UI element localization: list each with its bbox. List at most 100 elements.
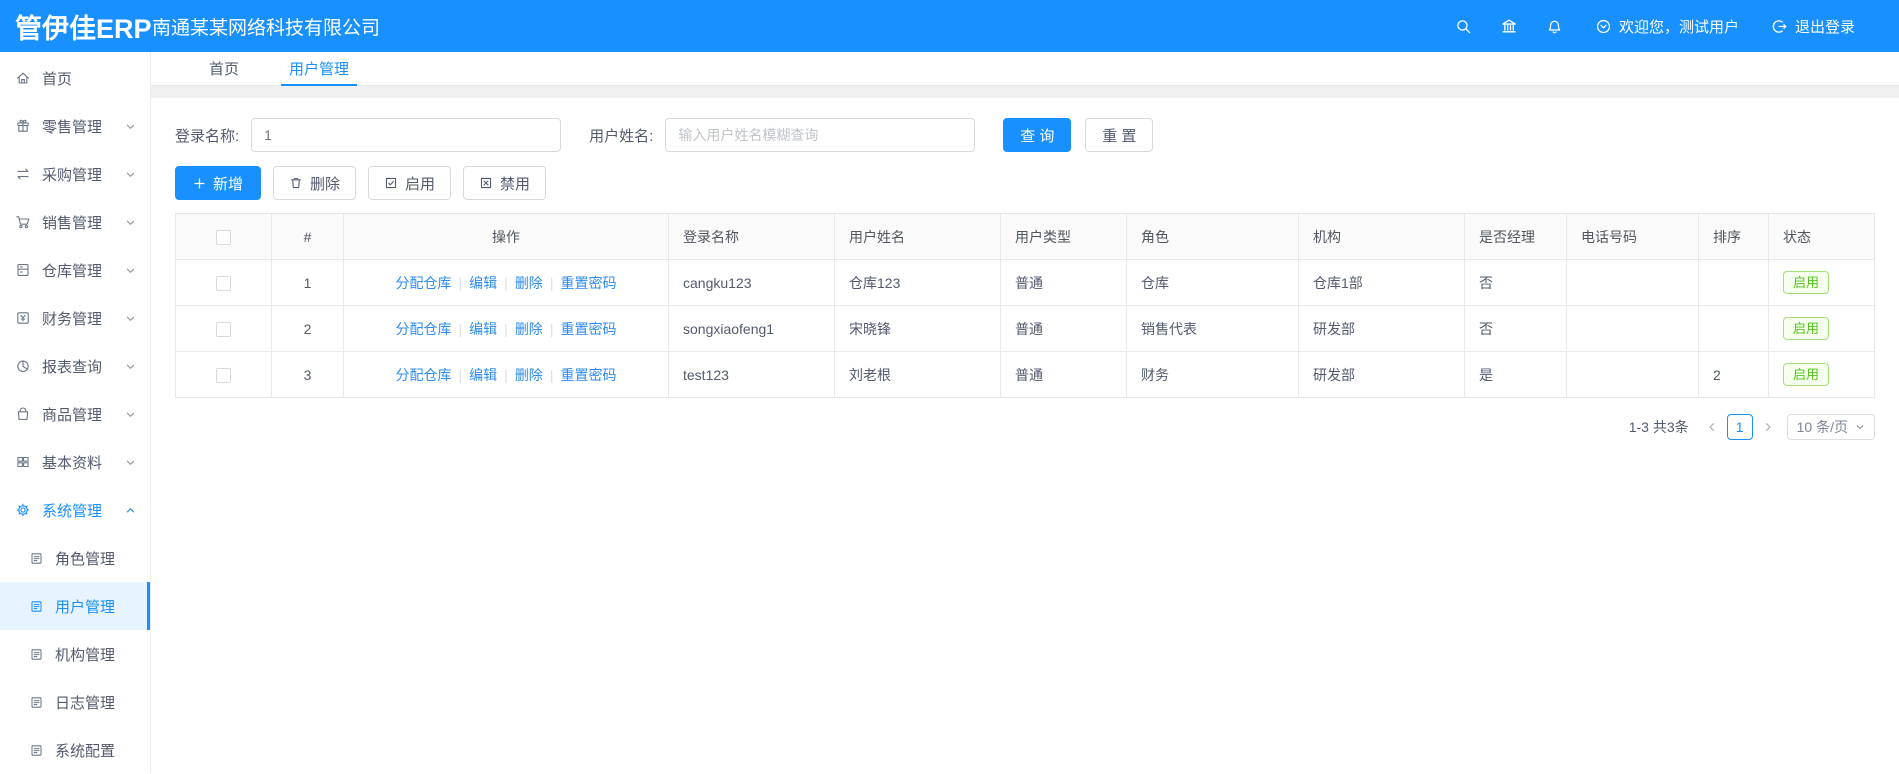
assign-warehouse-link[interactable]: 分配仓库 [396,321,452,337]
sidebar-item-label: 用户管理 [55,598,116,616]
reset-password-link[interactable]: 重置密码 [560,367,616,383]
app-logo: 管伊佳ERP [15,13,152,44]
col-is-manager: 是否经理 [1464,213,1567,260]
edit-link[interactable]: 编辑 [469,275,497,291]
col-login-name: 登录名称 [668,213,835,260]
login-name-input[interactable] [251,118,562,152]
col-org: 机构 [1298,213,1465,260]
row-checkbox[interactable] [216,275,231,291]
gear-icon [15,502,31,518]
pagination-total: 1-3 共3条 [1628,419,1689,435]
action-toolbar: 新增 删除 启用 禁用 [175,166,1875,200]
sidebar-item-purchase[interactable]: 采购管理 [0,150,150,198]
bank-icon[interactable] [1500,17,1518,35]
disable-button[interactable]: 禁用 [463,166,547,200]
tab-user-management[interactable]: 用户管理 [279,52,359,86]
logout-icon [1771,18,1788,35]
next-page-icon[interactable] [1757,421,1779,433]
company-name: 南通某某网络科技有限公司 [152,17,381,39]
sidebar-item-reports[interactable]: 报表查询 [0,342,150,390]
delete-link[interactable]: 删除 [515,367,543,383]
row-checkbox[interactable] [216,321,231,337]
logout-button[interactable]: 退出登录 [1771,16,1855,37]
sidebar-item-home[interactable]: 首页 [0,54,150,102]
edit-link[interactable]: 编辑 [469,367,497,383]
cell-user-type: 普通 [1000,259,1127,306]
sidebar-item-sales[interactable]: 销售管理 [0,198,150,246]
add-button[interactable]: 新增 [175,166,262,200]
cell-role: 仓库 [1126,259,1299,306]
chevron-down-icon [125,409,136,420]
content-divider [151,86,1899,98]
page-content: 登录名称: 用户姓名: 查 询 重 置 新增 删除 启用 [151,98,1899,773]
sidebar-item-label: 销售管理 [42,214,103,232]
topbar-right: 欢迎您，测试用户 退出登录 [1427,16,1899,37]
doc-icon [29,599,44,614]
sidebar-item-system-config[interactable]: 系统配置 [0,726,150,774]
query-button[interactable]: 查 询 [1003,118,1072,152]
cell-sort: 2 [1698,351,1769,398]
cell-actions: 分配仓库 | 编辑 | 删除 | 重置密码 [343,259,669,306]
prev-page-icon[interactable] [1701,421,1723,433]
sidebar-item-label: 系统配置 [55,742,116,760]
cell-role: 销售代表 [1126,305,1299,352]
col-index: # [271,213,344,260]
link-divider: | [504,366,508,383]
tab-home[interactable]: 首页 [199,52,249,85]
page-number-button[interactable]: 1 [1726,414,1753,440]
search-icon[interactable] [1455,18,1472,35]
sidebar-item-warehouse[interactable]: 仓库管理 [0,246,150,294]
page-size-select[interactable]: 10 条/页 [1786,414,1875,440]
chevron-down-icon [125,361,136,372]
cell-index: 3 [271,351,344,398]
delete-link[interactable]: 删除 [515,275,543,291]
sidebar-item-log-management[interactable]: 日志管理 [0,678,150,726]
reset-password-link[interactable]: 重置密码 [560,321,616,337]
chevron-down-icon [125,313,136,324]
reset-password-link[interactable]: 重置密码 [560,275,616,291]
sidebar-item-org-management[interactable]: 机构管理 [0,630,150,678]
pagination: 1-3 共3条 1 10 条/页 [175,414,1875,440]
login-name-label: 登录名称: [175,127,240,145]
row-checkbox[interactable] [216,367,231,383]
edit-link[interactable]: 编辑 [469,321,497,337]
sidebar-item-goods[interactable]: 商品管理 [0,390,150,438]
chevron-down-icon [125,217,136,228]
cell-phone [1566,259,1699,306]
col-status: 状态 [1768,213,1875,260]
cell-status: 启用 [1768,259,1875,306]
bell-icon[interactable] [1546,18,1563,35]
sidebar-item-role-management[interactable]: 角色管理 [0,534,150,582]
user-name-input[interactable] [665,118,976,152]
tab-bar: 首页 用户管理 [151,52,1899,86]
assign-warehouse-link[interactable]: 分配仓库 [396,367,452,383]
page-size-value: 10 条/页 [1796,419,1848,435]
sidebar-item-basic-data[interactable]: 基本资料 [0,438,150,486]
select-all-checkbox[interactable] [216,229,231,245]
doc-icon [29,551,44,566]
doc-icon [29,743,44,758]
assign-warehouse-link[interactable]: 分配仓库 [396,275,452,291]
sidebar-item-retail[interactable]: 零售管理 [0,102,150,150]
cell-index: 1 [271,259,344,306]
reset-button[interactable]: 重 置 [1085,118,1154,152]
table-row: 2 分配仓库 | 编辑 | 删除 | 重置密码 songxiaofeng1 宋晓锋 普通 销… [175,305,1875,352]
sidebar-item-system[interactable]: 系统管理 [0,486,150,534]
status-badge: 启用 [1783,316,1830,341]
sidebar-item-finance[interactable]: 财务管理 [0,294,150,342]
sidebar-item-label: 日志管理 [55,694,116,712]
cell-is-manager: 否 [1464,305,1567,352]
delete-link[interactable]: 删除 [515,321,543,337]
cell-is-manager: 是 [1464,351,1567,398]
chevron-down-icon [1855,422,1865,432]
grid-icon [15,454,31,470]
sidebar-item-user-management[interactable]: 用户管理 [0,582,150,630]
user-menu[interactable]: 欢迎您，测试用户 [1595,16,1739,37]
cell-user-name: 刘老根 [834,351,1001,398]
cell-login-name: songxiaofeng1 [668,305,835,352]
cell-user-type: 普通 [1000,305,1127,352]
enable-button[interactable]: 启用 [368,166,452,200]
delete-button[interactable]: 删除 [273,166,357,200]
chevron-down-icon [125,265,136,276]
cell-sort [1698,305,1769,352]
